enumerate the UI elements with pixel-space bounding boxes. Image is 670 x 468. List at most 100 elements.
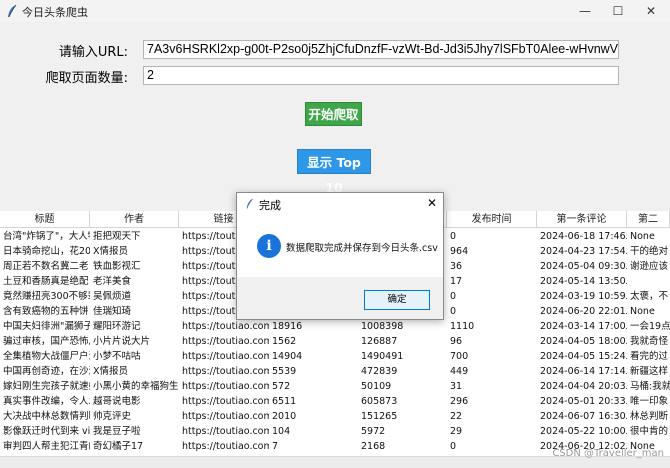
table-cell: 0 <box>450 306 457 317</box>
table-cell: 大决战中林总数情判断 <box>3 411 90 422</box>
table-cell: 拒把观天下 <box>93 231 141 242</box>
column-header-author[interactable]: 作者 <box>90 211 179 228</box>
dialog-close-icon[interactable]: ✕ <box>424 195 440 211</box>
table-cell: 我是豆子啦 <box>93 426 141 437</box>
table-cell: 2024-04-04 20:03发 <box>540 381 627 392</box>
table-cell: 36 <box>450 261 463 272</box>
table-cell: 472839 <box>361 366 398 377</box>
table-cell: 104 <box>272 426 291 437</box>
column-header-title[interactable]: 标题 <box>0 211 90 228</box>
table-cell: 2024-04-05 15:24发 <box>540 351 627 362</box>
window-title: 今日头条爬虫 <box>22 6 88 19</box>
pages-label: 爬取页面数量: <box>45 71 128 86</box>
table-cell: 96 <box>450 336 463 347</box>
table-row[interactable]: 全集植物大战僵尸户沙 小梦不咕咕 https://toutiao.com 14904 1… <box>0 349 670 364</box>
url-input[interactable]: 7A3v6HSRKl2xp-g00t-P2so0j5ZhjCfuDnzfF-vz… <box>143 40 619 59</box>
table-cell: 2024-05-22 10:00发 <box>540 426 627 437</box>
table-cell: 中国夫妇徘洲"漏狮子 <box>3 321 90 332</box>
table-cell: 449 <box>450 366 469 377</box>
table-cell: 小片片说大片 <box>93 336 151 347</box>
table-cell: 2024-04-05 18:00发 <box>540 336 627 347</box>
table-cell: https://toutiao.com <box>182 321 269 332</box>
start-crawl-button[interactable]: 开始爬取 <box>305 102 362 126</box>
table-cell: 全集植物大战僵尸户沙 <box>3 351 90 362</box>
table-cell: 新疆这样 <box>630 366 669 377</box>
pages-input[interactable]: 2 <box>143 66 619 85</box>
dialog-ok-button[interactable]: 确定 <box>364 290 430 310</box>
table-cell: None <box>630 231 655 242</box>
table-cell: 2024-03-19 10:59发 <box>540 291 627 302</box>
table-cell: https://toutiao.com <box>182 441 269 452</box>
table-cell: 2024-04-23 17:54发 <box>540 246 627 257</box>
table-cell: 17 <box>450 276 463 287</box>
table-cell: 骗过审核，国产恐怖片 <box>3 336 90 347</box>
table-cell: 唯一印象 <box>630 396 669 407</box>
table-cell: 一会19点 <box>630 321 670 332</box>
table-cell: 周正若不数名冀二老 <box>3 261 89 272</box>
table-cell: 马桶:我就 <box>630 381 670 392</box>
table-row[interactable]: 大决战中林总数情判断 帅克评史 https://toutiao.com 2010 151… <box>0 409 670 424</box>
table-row[interactable]: 中国夫妇徘洲"漏狮子 耀阳环游记 https://toutiao.com 18916 1… <box>0 319 670 334</box>
table-cell: 2024-06-14 17:14发 <box>540 366 627 377</box>
dialog-titlebar: 完成 ✕ <box>237 193 443 214</box>
table-row[interactable]: 真实事件改编，令人发 越哥说电影 https://toutiao.com 6511 60… <box>0 394 670 409</box>
dialog-footer: 确定 <box>237 277 443 319</box>
table-row[interactable]: 中国再创奇迹，在沙漠 X情报员 https://toutiao.com 5539 472… <box>0 364 670 379</box>
dialog-body: i 数据爬取完成并保存到今日头条.csv <box>237 214 443 277</box>
table-cell: 我就奇怪 <box>630 336 669 347</box>
table-cell: https://toutiao.com <box>182 381 269 392</box>
table-cell: https://toutiao.com <box>182 351 269 362</box>
info-icon: i <box>257 234 281 258</box>
table-cell: 151265 <box>361 411 398 422</box>
table-cell: None <box>630 306 655 317</box>
table-cell: 审判四人帮主犯江青的 <box>3 441 90 452</box>
table-cell: 22 <box>450 411 463 422</box>
maximize-icon[interactable]: ☐ <box>609 3 627 19</box>
table-cell: 2024-03-14 17:00发 <box>540 321 627 332</box>
table-cell: X情报员 <box>93 366 129 377</box>
table-cell: 2024-06-07 16:30发 <box>540 411 627 422</box>
table-cell: 2024-05-01 20:33发 <box>540 396 627 407</box>
table-cell: 越哥说电影 <box>93 396 141 407</box>
table-cell: 中国再创奇迹，在沙漠 <box>3 366 90 377</box>
table-cell: 0 <box>450 231 457 242</box>
table-cell: 小梦不咕咕 <box>93 351 141 362</box>
show-top10-button[interactable]: 显示 Top 10 <box>297 149 371 195</box>
table-cell: 帅克评史 <box>93 411 132 422</box>
close-icon[interactable]: ✕ <box>642 3 660 19</box>
column-header-second[interactable]: 第二 <box>627 211 670 228</box>
table-cell: 小黑小黄的幸福狗生 <box>93 381 179 392</box>
table-cell: 5972 <box>361 426 386 437</box>
table-cell: 干的绝对 <box>630 246 669 257</box>
table-cell: 5539 <box>272 366 297 377</box>
table-cell: 700 <box>450 351 469 362</box>
column-header-first-comment[interactable]: 第一条评论 <box>537 211 627 228</box>
table-row[interactable]: 影像跃迁时代到来 vivo我是豆子啦 https://toutiao.com104… <box>0 424 670 439</box>
table-cell: 谢逊应该 <box>630 261 669 272</box>
table-cell: 1008398 <box>361 321 404 332</box>
table-cell: 126887 <box>361 336 398 347</box>
table-cell: https://toutiao.com <box>182 426 269 437</box>
table-cell: 6511 <box>272 396 297 407</box>
url-label: 请输入URL: <box>58 45 128 60</box>
table-cell: 太褒，不 <box>630 291 669 302</box>
minimize-icon[interactable]: — <box>576 3 594 19</box>
table-cell: 老洋美食 <box>93 276 132 287</box>
table-cell: 台湾"炸锅了"，大人物 <box>3 231 90 242</box>
table-cell: https://toutiao.com <box>182 366 269 377</box>
table-cell: 964 <box>450 246 469 257</box>
table-cell: 土豆和香肠真是绝配 <box>3 276 89 287</box>
table-row[interactable]: 嫁妇刚生完孩子就速娘 小黑小黄的幸福狗生 https://toutiao.com 57… <box>0 379 670 394</box>
table-cell: 耀阳环游记 <box>93 321 141 332</box>
table-cell: 林总判断 <box>630 411 669 422</box>
table-cell: 1562 <box>272 336 297 347</box>
table-row[interactable]: 骗过审核，国产恐怖片 小片片说大片 https://toutiao.com 1562 1… <box>0 334 670 349</box>
table-cell: 竟然赚扭亮300不够辈 <box>3 291 90 302</box>
info-dialog: 完成 ✕ i 数据爬取完成并保存到今日头条.csv 确定 <box>236 192 444 320</box>
table-cell: 很中肯的 <box>630 426 669 437</box>
table-cell: 佳瑞知琦 <box>93 306 132 317</box>
table-cell: 铁血影视汇 <box>93 261 141 272</box>
column-header-publish-time[interactable]: 发布时间 <box>447 211 537 228</box>
feather-app-icon <box>8 4 17 18</box>
table-cell: 0 <box>450 441 457 452</box>
